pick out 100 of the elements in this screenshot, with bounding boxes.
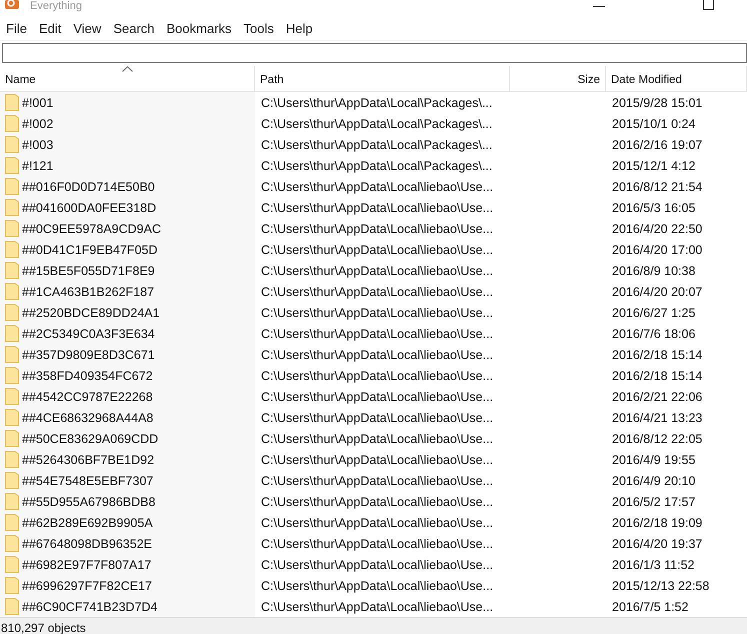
folder-icon bbox=[5, 178, 19, 195]
date-modified: 2016/1/3 11:52 bbox=[612, 558, 694, 572]
folder-icon bbox=[5, 346, 19, 363]
date-modified: 2015/9/28 15:01 bbox=[612, 96, 702, 110]
file-name: ##67648098DB96352E bbox=[22, 536, 152, 550]
minimize-icon[interactable] bbox=[593, 6, 605, 8]
file-path: C:\Users\thur\AppData\Local\liebao\Use... bbox=[261, 558, 494, 572]
folder-icon bbox=[5, 262, 19, 279]
date-modified: 2016/2/18 15:14 bbox=[612, 368, 702, 382]
file-name: ##50CE83629A069CDD bbox=[22, 432, 158, 446]
column-header[interactable]: Date Modified bbox=[606, 66, 747, 91]
menu-item[interactable]: Bookmarks bbox=[160, 20, 238, 38]
search-field[interactable] bbox=[2, 43, 747, 63]
folder-icon bbox=[5, 304, 19, 321]
folder-icon bbox=[5, 283, 19, 300]
folder-icon bbox=[5, 535, 19, 552]
folder-icon bbox=[5, 409, 19, 426]
date-modified: 2016/2/16 19:07 bbox=[612, 138, 702, 152]
file-path: C:\Users\thur\AppData\Local\liebao\Use... bbox=[261, 348, 494, 362]
folder-icon bbox=[5, 220, 19, 237]
date-modified: 2016/2/18 19:09 bbox=[612, 516, 702, 530]
date-modified: 2016/5/3 16:05 bbox=[612, 200, 696, 214]
date-modified: 2015/10/1 0:24 bbox=[612, 116, 696, 130]
file-path: C:\Users\thur\AppData\Local\liebao\Use... bbox=[261, 600, 494, 614]
folder-icon bbox=[5, 157, 19, 174]
menu-item[interactable]: Help bbox=[280, 20, 319, 38]
date-modified: 2015/12/13 22:58 bbox=[612, 578, 710, 592]
file-path: C:\Users\thur\AppData\Local\liebao\Use... bbox=[261, 516, 494, 530]
folder-icon bbox=[5, 241, 19, 258]
file-path: C:\Users\thur\AppData\Local\liebao\Use... bbox=[261, 494, 494, 508]
file-path: C:\Users\thur\AppData\Local\Packages\... bbox=[261, 158, 492, 172]
file-path: C:\Users\thur\AppData\Local\liebao\Use... bbox=[261, 222, 494, 236]
window-title: Everything bbox=[30, 0, 82, 13]
file-path: C:\Users\thur\AppData\Local\liebao\Use... bbox=[261, 452, 494, 466]
folder-icon bbox=[5, 94, 19, 111]
file-path: C:\Users\thur\AppData\Local\Packages\... bbox=[261, 116, 492, 130]
folder-icon bbox=[5, 430, 19, 447]
folder-icon bbox=[5, 388, 19, 405]
date-modified: 2016/4/20 20:07 bbox=[612, 284, 702, 298]
file-name: ##55D955A67986BDB8 bbox=[22, 494, 156, 508]
date-modified: 2016/8/12 22:05 bbox=[612, 432, 702, 446]
date-modified: 2016/4/20 22:50 bbox=[612, 222, 702, 236]
file-name: ##041600DA0FEE318D bbox=[22, 200, 156, 214]
menu-item[interactable]: Edit bbox=[32, 20, 68, 38]
date-modified: 2016/8/12 21:54 bbox=[612, 180, 702, 194]
folder-icon bbox=[5, 514, 19, 531]
file-name: ##2520BDCE89DD24A1 bbox=[22, 306, 160, 320]
file-name: #!003 bbox=[22, 138, 54, 152]
file-name: ##62B289E692B9905A bbox=[22, 516, 153, 530]
folder-icon bbox=[5, 472, 19, 489]
file-path: C:\Users\thur\AppData\Local\liebao\Use... bbox=[261, 264, 494, 278]
menu-item[interactable]: File bbox=[0, 20, 33, 38]
date-modified: 2016/7/6 18:06 bbox=[612, 326, 696, 340]
folder-icon bbox=[5, 556, 19, 573]
file-name: ##6982E97F7F807A17 bbox=[22, 558, 152, 572]
menu-item[interactable]: Tools bbox=[238, 20, 280, 38]
date-modified: 2016/7/5 1:52 bbox=[612, 600, 688, 614]
file-name: ##6996297F7F82CE17 bbox=[22, 578, 152, 592]
date-modified: 2016/8/9 10:38 bbox=[612, 264, 696, 278]
folder-icon bbox=[5, 598, 19, 615]
maximize-icon[interactable] bbox=[703, 0, 714, 10]
file-name: #!002 bbox=[22, 116, 54, 130]
file-path: C:\Users\thur\AppData\Local\liebao\Use... bbox=[261, 200, 494, 214]
menu-item[interactable]: View bbox=[67, 20, 108, 38]
file-path: C:\Users\thur\AppData\Local\Packages\... bbox=[261, 96, 492, 110]
folder-icon bbox=[5, 493, 19, 510]
folder-icon bbox=[5, 367, 19, 384]
file-name: ##016F0D0D714E50B0 bbox=[22, 180, 155, 194]
folder-icon bbox=[5, 199, 19, 216]
file-path: C:\Users\thur\AppData\Local\liebao\Use... bbox=[261, 326, 494, 340]
date-modified: 2016/2/18 15:14 bbox=[612, 348, 702, 362]
file-path: C:\Users\thur\AppData\Local\liebao\Use... bbox=[261, 390, 494, 404]
file-name: ##2C5349C0A3F3E634 bbox=[22, 326, 155, 340]
file-name: ##54E7548E5EBF7307 bbox=[22, 474, 154, 488]
column-header[interactable]: Path bbox=[255, 66, 510, 91]
column-header[interactable]: Name bbox=[0, 66, 255, 91]
file-path: C:\Users\thur\AppData\Local\liebao\Use... bbox=[261, 242, 494, 256]
file-name: #!121 bbox=[22, 158, 54, 172]
sort-ascending-icon bbox=[122, 66, 133, 72]
column-header[interactable]: Size bbox=[510, 66, 606, 91]
file-name: ##4CE68632968A44A8 bbox=[22, 410, 154, 424]
file-path: C:\Users\thur\AppData\Local\Packages\... bbox=[261, 138, 492, 152]
file-name: ##0D41C1F9EB47F05D bbox=[22, 242, 158, 256]
file-name: #!001 bbox=[22, 96, 54, 110]
folder-icon bbox=[5, 577, 19, 594]
date-modified: 2016/5/2 17:57 bbox=[612, 494, 696, 508]
date-modified: 2016/4/21 13:23 bbox=[612, 410, 702, 424]
folder-icon bbox=[5, 451, 19, 468]
file-path: C:\Users\thur\AppData\Local\liebao\Use... bbox=[261, 284, 494, 298]
date-modified: 2016/6/27 1:25 bbox=[612, 306, 696, 320]
file-path: C:\Users\thur\AppData\Local\liebao\Use... bbox=[261, 474, 494, 488]
file-name: ##357D9809E8D3C671 bbox=[22, 348, 155, 362]
file-name: ##5264306BF7BE1D92 bbox=[22, 452, 154, 466]
file-path: C:\Users\thur\AppData\Local\liebao\Use... bbox=[261, 410, 494, 424]
file-path: C:\Users\thur\AppData\Local\liebao\Use... bbox=[261, 432, 494, 446]
menu-item[interactable]: Search bbox=[107, 20, 161, 38]
file-path: C:\Users\thur\AppData\Local\liebao\Use... bbox=[261, 578, 494, 592]
file-name: ##358FD409354FC672 bbox=[22, 368, 153, 382]
file-name: ##6C90CF741B23D7D4 bbox=[22, 600, 158, 614]
folder-icon bbox=[5, 136, 19, 153]
